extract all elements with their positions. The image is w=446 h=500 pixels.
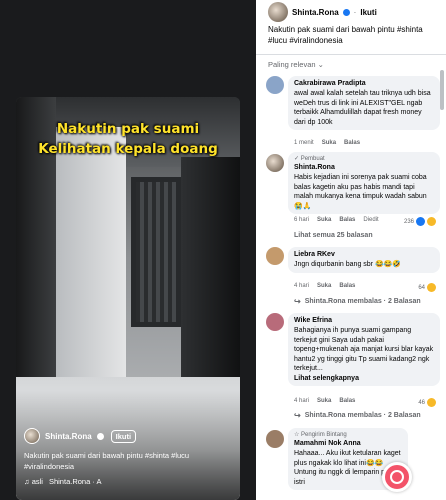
- comment-time: 6 hari: [294, 217, 310, 223]
- video-caption-line: Kelihatan kepala doang: [38, 141, 218, 157]
- star-sender-badge: ☆ Pengirim Bintang: [294, 432, 347, 438]
- video-scene-curtain: [136, 182, 176, 322]
- comment-bubble: Cakrabirawa Pradipta awal awal kalah set…: [288, 76, 440, 130]
- haha-reaction-icon: [427, 217, 436, 226]
- avatar[interactable]: [266, 154, 284, 172]
- comment-author[interactable]: Mamahmi Nok Anna: [294, 439, 402, 449]
- haha-reaction-icon: [427, 283, 436, 292]
- reply-button[interactable]: Balas: [344, 140, 360, 146]
- comment-actions: 1 menit Suka Balas: [294, 140, 360, 146]
- scrollbar[interactable]: [440, 70, 444, 110]
- comment-time: 4 hari: [294, 283, 310, 289]
- reaction-summary[interactable]: 46: [418, 398, 436, 407]
- view-replies-link[interactable]: ↪ Shinta.Rona membalas · 2 Balasan: [294, 297, 421, 306]
- reply-button[interactable]: Balas: [339, 283, 355, 289]
- comment-actions: 6 hari Suka Balas Diedit: [294, 217, 379, 223]
- reaction-summary[interactable]: 236: [404, 217, 436, 226]
- reaction-count: 64: [418, 284, 425, 291]
- music-label: ♫ asli: [24, 477, 43, 486]
- like-button[interactable]: Suka: [322, 140, 336, 146]
- video-author-row: Shinta.Rona Ikuti: [24, 428, 137, 444]
- follow-button[interactable]: Ikuti: [110, 429, 137, 443]
- panel-author-name[interactable]: Shinta.Rona: [292, 8, 339, 17]
- follow-button[interactable]: Ikuti: [360, 8, 376, 17]
- comment-author[interactable]: Cakrabirawa Pradipta: [294, 79, 434, 89]
- like-reaction-icon: [416, 217, 425, 226]
- video-caption-overlay: Nakutin pak suami Kelihatan kepala doang: [26, 119, 230, 159]
- comment-text: awal awal kalah setelah tau triknya udh …: [294, 90, 431, 126]
- avatar[interactable]: [266, 313, 284, 331]
- divider: [256, 54, 446, 55]
- verified-icon: [342, 8, 350, 16]
- separator-dot: ·: [353, 7, 357, 17]
- like-button[interactable]: Suka: [317, 283, 331, 289]
- view-replies-link[interactable]: ↪ Shinta.Rona membalas · 2 Balasan: [294, 411, 421, 420]
- avatar[interactable]: [266, 430, 284, 448]
- like-button[interactable]: Suka: [317, 398, 331, 404]
- reel-video[interactable]: Nakutin pak suami Kelihatan kepala doang…: [16, 97, 240, 500]
- panel-description: Nakutin pak suami dari bawah pintu #shin…: [268, 25, 423, 45]
- avatar[interactable]: [24, 428, 40, 444]
- comment-text: Jngn diqurbanin bang sbr 😂😂🤣: [294, 261, 402, 268]
- avatar[interactable]: [268, 2, 288, 22]
- replier-text: Shinta.Rona membalas · 2 Balasan: [304, 412, 421, 419]
- star-icon: [390, 470, 404, 484]
- reaction-count: 46: [418, 399, 425, 406]
- video-music-row[interactable]: ♫ asli Shinta.Rona · A: [24, 477, 102, 486]
- reply-arrow-icon: ↪: [294, 411, 301, 420]
- video-caption-line: Nakutin pak suami: [56, 121, 200, 137]
- comment-actions: 4 hari Suka Balas: [294, 398, 355, 404]
- creator-badge: ✓ Pembuat: [294, 156, 325, 162]
- haha-reaction-icon: [427, 398, 436, 407]
- reel-viewer: Nakutin pak suami Kelihatan kepala doang…: [0, 0, 256, 500]
- view-replies-link[interactable]: Lihat semua 25 balasan: [294, 232, 373, 239]
- reaction-summary[interactable]: 64: [418, 283, 436, 292]
- comment-time: 1 menit: [294, 140, 314, 146]
- sort-dropdown[interactable]: Paling relevan ⌄: [268, 60, 324, 69]
- replier-text: Shinta.Rona membalas · 2 Balasan: [304, 298, 421, 305]
- comment-text: Bahagianya ih punya suami gampang terkej…: [294, 327, 434, 372]
- video-author-name[interactable]: Shinta.Rona: [45, 432, 92, 441]
- reply-button[interactable]: Balas: [339, 398, 355, 404]
- comment-author[interactable]: Liebra RKev: [294, 250, 434, 260]
- video-description: Nakutin pak suami dari bawah pintu #shin…: [24, 451, 190, 471]
- comment-bubble: Wike Efrina Bahagianya ih punya suami ga…: [288, 313, 440, 386]
- comment-author[interactable]: Shinta.Rona: [294, 163, 434, 173]
- reply-arrow-icon: ↪: [294, 297, 301, 306]
- panel-author-row: Shinta.Rona · Ikuti: [268, 2, 377, 22]
- comment-bubble: ✓ Pembuat Shinta.Rona Habis kejadian ini…: [288, 152, 440, 214]
- comment-author[interactable]: Wike Efrina: [294, 316, 434, 326]
- video-scene-wall: [181, 157, 240, 397]
- like-button[interactable]: Suka: [317, 217, 331, 223]
- stars-float-button[interactable]: [382, 462, 412, 492]
- music-text: Shinta.Rona · A: [48, 477, 102, 486]
- see-replies-text: Lihat semua 25 balasan: [294, 232, 373, 239]
- comments-panel: Shinta.Rona · Ikuti Nakutin pak suami da…: [256, 0, 446, 500]
- comment-bubble: Liebra RKev Jngn diqurbanin bang sbr 😂😂🤣: [288, 247, 440, 273]
- comment-actions: 4 hari Suka Balas: [294, 283, 355, 289]
- avatar[interactable]: [266, 247, 284, 265]
- comment-text: Habis kejadian ini sorenya pak suami cob…: [294, 174, 427, 210]
- see-more-link[interactable]: Lihat selengkapnya: [294, 374, 434, 384]
- reply-button[interactable]: Balas: [339, 217, 355, 223]
- reaction-count: 236: [403, 218, 414, 225]
- avatar[interactable]: [266, 76, 284, 94]
- verified-icon: [96, 432, 104, 440]
- edited-label: Diedit: [363, 217, 379, 223]
- comment-time: 4 hari: [294, 398, 310, 404]
- sort-label: Paling relevan ⌄: [268, 60, 324, 69]
- video-scene-wall: [56, 127, 126, 397]
